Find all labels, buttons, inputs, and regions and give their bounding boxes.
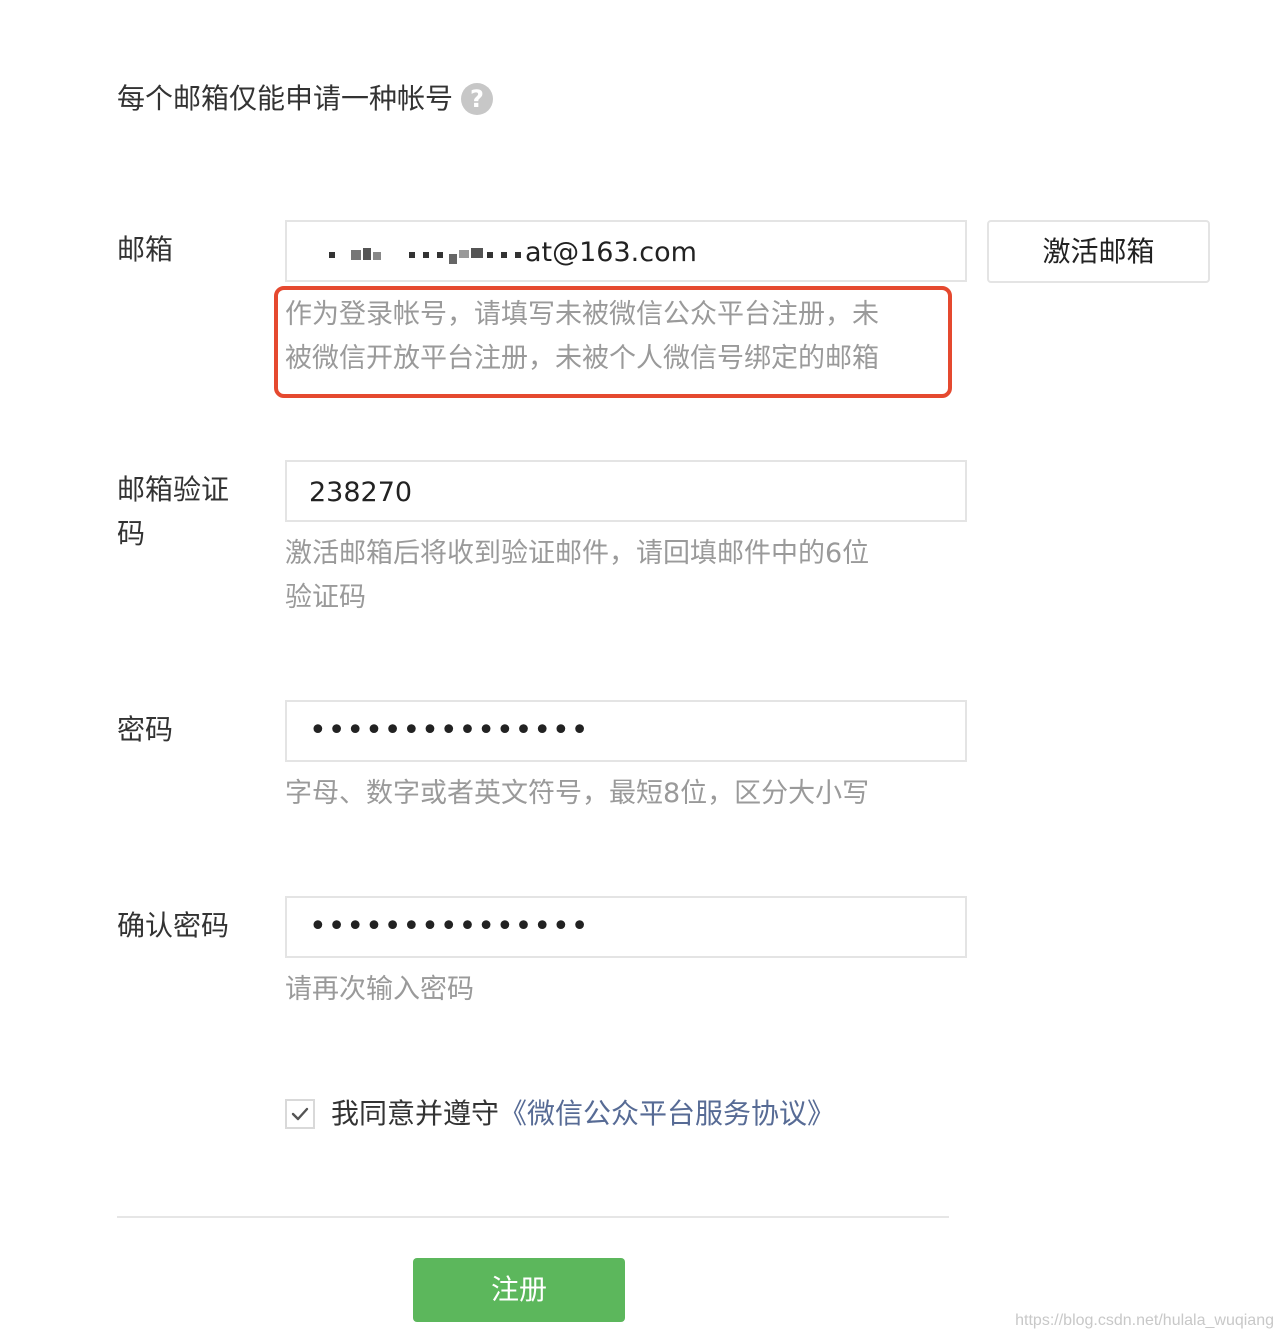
verify-code-field[interactable]: 238270 [285, 460, 967, 522]
verify-code-label-line-1: 邮箱验证 [117, 473, 230, 506]
confirm-password-value: ••••••••••••••• [309, 909, 590, 944]
verify-code-label-line-2: 码 [117, 517, 146, 550]
register-button[interactable]: 注册 [413, 1258, 625, 1322]
agreement-checkbox[interactable] [285, 1099, 315, 1129]
agreement-row: 我同意并遵守 《微信公众平台服务协议》 [285, 1094, 835, 1134]
password-hint: 字母、数字或者英文符号，最短8位，区分大小写 [285, 778, 870, 809]
email-value: at@163.com [525, 237, 697, 268]
watermark: https://blog.csdn.net/hulala_wuqiang [1015, 1312, 1274, 1329]
notice-text: 每个邮箱仅能申请一种帐号 [117, 82, 454, 115]
confirm-password-field[interactable]: ••••••••••••••• [285, 896, 967, 958]
divider [117, 1216, 949, 1218]
verify-code-hint: 激活邮箱后将收到验证邮件，请回填邮件中的6位 验证码 [285, 532, 925, 620]
verify-code-hint-line-1: 激活邮箱后将收到验证邮件，请回填邮件中的6位 [285, 538, 870, 569]
verify-code-label: 邮箱验证 码 [117, 468, 247, 556]
confirm-password-label: 确认密码 [117, 909, 230, 942]
email-label: 邮箱 [117, 233, 174, 266]
password-label: 密码 [117, 713, 174, 746]
account-notice: 每个邮箱仅能申请一种帐号 ? [117, 79, 494, 119]
email-pixelation-mask [329, 244, 525, 266]
password-field[interactable]: ••••••••••••••• [285, 700, 967, 762]
agreement-text: 我同意并遵守 [331, 1097, 500, 1130]
email-hint: 作为登录帐号，请填写未被微信公众平台注册，未 被微信开放平台注册，未被个人微信号… [285, 293, 925, 381]
checkmark-icon [291, 1107, 309, 1121]
service-agreement-link[interactable]: 《微信公众平台服务协议》 [499, 1094, 835, 1134]
confirm-password-hint: 请再次输入密码 [285, 974, 474, 1005]
question-circle-icon[interactable]: ? [461, 83, 494, 115]
verify-code-value: 238270 [309, 477, 413, 508]
email-hint-line-2: 被微信开放平台注册，未被个人微信号绑定的邮箱 [285, 343, 879, 374]
activate-email-button[interactable]: 激活邮箱 [987, 220, 1210, 283]
email-field[interactable]: at@163.com [285, 220, 967, 282]
email-hint-line-1: 作为登录帐号，请填写未被微信公众平台注册，未 [285, 299, 879, 330]
verify-code-hint-line-2: 验证码 [285, 582, 366, 613]
password-value: ••••••••••••••• [309, 713, 590, 748]
